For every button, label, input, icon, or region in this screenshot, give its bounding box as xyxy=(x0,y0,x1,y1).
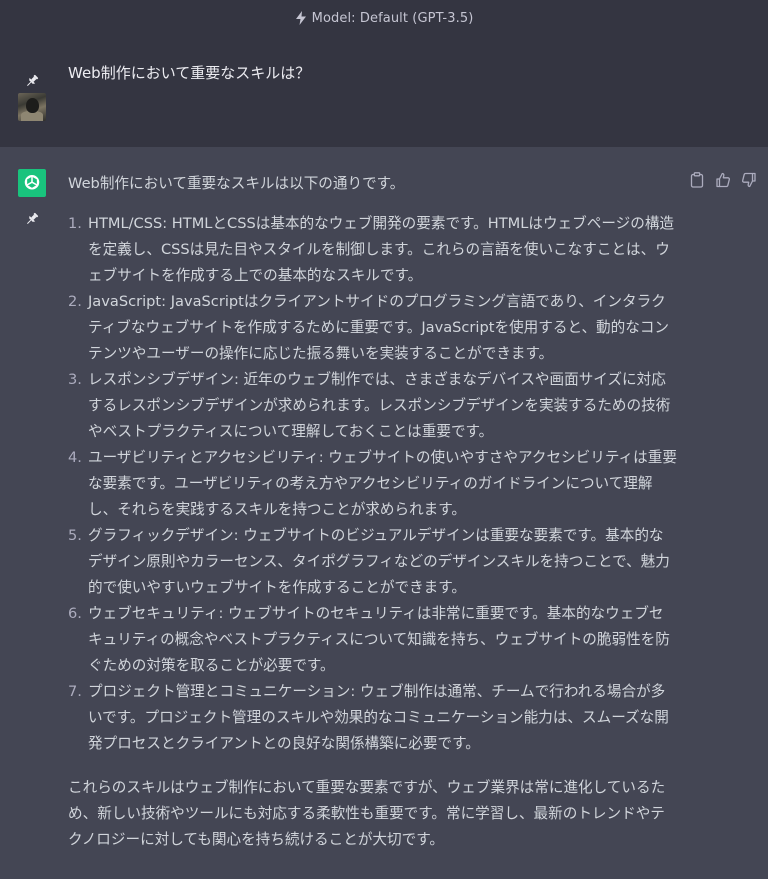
list-number: 4. xyxy=(68,449,82,466)
thumbs-down-icon xyxy=(741,172,756,188)
list-item-text: ウェブセキュリティ: ウェブサイトのセキュリティは非常に重要です。基本的なウェブ… xyxy=(88,605,670,674)
pin-icon[interactable] xyxy=(25,74,39,88)
list-item: 3. レスポンシブデザイン: 近年のウェブ制作では、さまざまなデバイスや画面サイズ… xyxy=(68,367,678,445)
list-number: 2. xyxy=(68,293,82,310)
list-item: 2. JavaScript: JavaScriptはクライアントサイドのプログラミ… xyxy=(68,289,678,367)
thumbs-up-icon xyxy=(716,172,731,188)
assistant-message: Web制作において重要なスキルは以下の通りです。 1. HTML/CSS: HTM… xyxy=(0,147,768,879)
model-header: Model: Default (GPT-3.5) xyxy=(0,0,768,36)
list-item-text: グラフィックデザイン: ウェブサイトのビジュアルデザインは重要な要素です。基本的… xyxy=(88,527,670,596)
list-item: 6. ウェブセキュリティ: ウェブサイトのセキュリティは非常に重要です。基本的なウ… xyxy=(68,601,678,679)
openai-logo-icon xyxy=(24,174,40,190)
list-number: 6. xyxy=(68,605,82,622)
thumbs-down-button[interactable] xyxy=(740,171,758,189)
list-item-text: HTML/CSS: HTMLとCSSは基本的なウェブ開発の要素です。HTMLはウ… xyxy=(88,215,675,284)
copy-button[interactable] xyxy=(688,171,706,189)
thumbs-up-button[interactable] xyxy=(714,171,732,189)
list-item-text: レスポンシブデザイン: 近年のウェブ制作では、さまざまなデバイスや画面サイズに対… xyxy=(88,371,671,440)
user-message: Web制作において重要なスキルは？ xyxy=(0,36,768,147)
list-item: 5. グラフィックデザイン: ウェブサイトのビジュアルデザインは重要な要素です。基… xyxy=(68,523,678,601)
list-number: 5. xyxy=(68,527,82,544)
list-number: 7. xyxy=(68,683,82,700)
list-number: 3. xyxy=(68,371,82,388)
list-item-text: プロジェクト管理とコミュニケーション: ウェブ制作は通常、チームで行われる場合が… xyxy=(88,683,669,752)
message-actions xyxy=(688,171,758,189)
list-item: 7. プロジェクト管理とコミュニケーション: ウェブ制作は通常、チームで行われる場… xyxy=(68,679,678,757)
model-label: Model: Default (GPT-3.5) xyxy=(311,10,474,26)
list-item-text: ユーザビリティとアクセシビリティ: ウェブサイトの使いやすさやアクセシビリティは… xyxy=(88,449,677,518)
list-item-text: JavaScript: JavaScriptはクライアントサイドのプログラミング… xyxy=(88,293,670,362)
user-avatar xyxy=(18,93,46,121)
response-outro: これらのスキルはウェブ制作において重要な要素ですが、ウェブ業界は常に進化している… xyxy=(68,779,666,848)
lightning-bolt-icon xyxy=(295,11,306,25)
skills-list: 1. HTML/CSS: HTMLとCSSは基本的なウェブ開発の要素です。HTML… xyxy=(68,211,678,757)
list-item: 1. HTML/CSS: HTMLとCSSは基本的なウェブ開発の要素です。HTML… xyxy=(68,211,678,289)
list-item: 4. ユーザビリティとアクセシビリティ: ウェブサイトの使いやすさやアクセシビリテ… xyxy=(68,445,678,523)
clipboard-icon xyxy=(690,172,704,188)
gpt-avatar xyxy=(18,169,46,197)
list-number: 1. xyxy=(68,215,82,232)
pin-icon[interactable] xyxy=(25,212,39,226)
assistant-message-content: Web制作において重要なスキルは以下の通りです。 1. HTML/CSS: HTM… xyxy=(68,171,678,853)
response-intro: Web制作において重要なスキルは以下の通りです。 xyxy=(68,175,405,192)
user-message-text: Web制作において重要なスキルは？ xyxy=(68,64,311,82)
